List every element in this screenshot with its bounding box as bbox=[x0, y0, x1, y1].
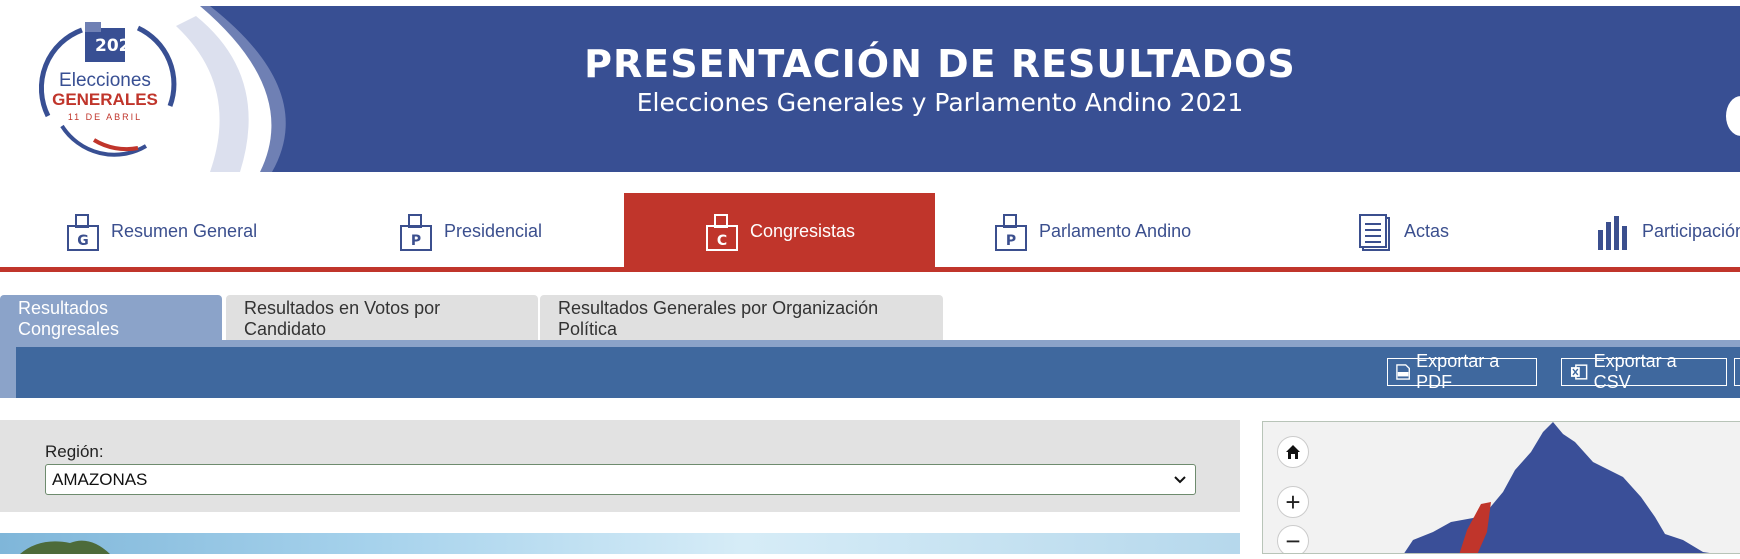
region-map[interactable]: + − bbox=[1262, 421, 1740, 554]
nav-label-presidencial: Presidencial bbox=[444, 221, 543, 241]
tab-resultados-congresales[interactable]: Resultados Congresales bbox=[0, 295, 222, 343]
logo-line2: GENERALES bbox=[52, 90, 158, 109]
nav-label-actas: Actas bbox=[1404, 221, 1450, 241]
export-pdf-label: Exportar a PDF bbox=[1416, 351, 1500, 392]
logo-date: 11 DE ABRIL bbox=[67, 112, 143, 122]
region-select[interactable]: AMAZONAS bbox=[45, 464, 1196, 495]
excel-file-icon bbox=[1570, 364, 1588, 380]
ballot-box-icon: P bbox=[995, 213, 1027, 251]
nav-label-congresistas: Congresistas bbox=[749, 221, 856, 241]
svg-text:G: G bbox=[77, 233, 89, 249]
nav-underline bbox=[0, 267, 1740, 272]
banner-photo bbox=[0, 533, 1240, 554]
export-pdf-button[interactable]: Exportar a PDF bbox=[1387, 351, 1537, 392]
nav-label-parlamento-andino: Parlamento Andino bbox=[1039, 221, 1192, 241]
export-csv-label: Exportar a CSV bbox=[1593, 351, 1677, 392]
nav-item-parlamento-andino[interactable]: P Parlamento Andino bbox=[993, 193, 1191, 270]
map-zoom-out-button[interactable]: − bbox=[1277, 525, 1309, 553]
map-home-button[interactable] bbox=[1277, 436, 1309, 468]
amazonas-map-shape bbox=[1404, 422, 1710, 553]
ballot-box-icon: G bbox=[67, 213, 99, 251]
tab-votos-por-candidato[interactable]: Resultados en Votos por Candidato bbox=[226, 295, 538, 343]
ballot-box-icon: P bbox=[400, 213, 432, 251]
svg-text:P: P bbox=[411, 233, 421, 249]
nav-item-congresistas[interactable]: C Congresistas bbox=[624, 193, 935, 270]
chevron-down-icon bbox=[1174, 476, 1186, 484]
region-select-value: AMAZONAS bbox=[52, 469, 148, 489]
tree-silhouette bbox=[20, 540, 110, 554]
export-more-button[interactable] bbox=[1734, 358, 1740, 386]
nav-item-presidencial[interactable]: P Presidencial bbox=[398, 193, 542, 270]
pdf-file-icon bbox=[1396, 364, 1410, 380]
bar-chart-icon bbox=[1598, 215, 1627, 250]
document-stack-icon bbox=[1359, 213, 1390, 251]
page-subtitle: Elecciones Generales y Parlamento Andino… bbox=[636, 88, 1244, 117]
main-nav: G Resumen General P Presidencial C Congr… bbox=[0, 193, 1740, 270]
page-title: PRESENTACIÓN DE RESULTADOS bbox=[584, 42, 1296, 86]
nav-item-participacion[interactable]: Participación bbox=[1596, 193, 1740, 270]
home-icon bbox=[1286, 445, 1300, 459]
nav-label-participacion: Participación bbox=[1642, 221, 1740, 241]
svg-text:P: P bbox=[1006, 233, 1016, 249]
logo-year: 2021 bbox=[95, 36, 143, 56]
map-zoom-in-button[interactable]: + bbox=[1277, 486, 1309, 518]
region-label: Región: bbox=[45, 442, 104, 461]
export-csv-button[interactable]: Exportar a CSV bbox=[1561, 351, 1727, 392]
ballot-box-icon: C bbox=[705, 213, 738, 251]
nav-item-actas[interactable]: Actas bbox=[1358, 193, 1449, 270]
tab-organizacion-politica[interactable]: Resultados Generales por Organización Po… bbox=[540, 295, 943, 343]
nav-item-resumen-general[interactable]: G Resumen General bbox=[65, 193, 257, 270]
nav-label-resumen-general: Resumen General bbox=[111, 221, 258, 241]
logo-line1: Elecciones bbox=[59, 70, 151, 91]
svg-text:C: C bbox=[717, 233, 727, 249]
